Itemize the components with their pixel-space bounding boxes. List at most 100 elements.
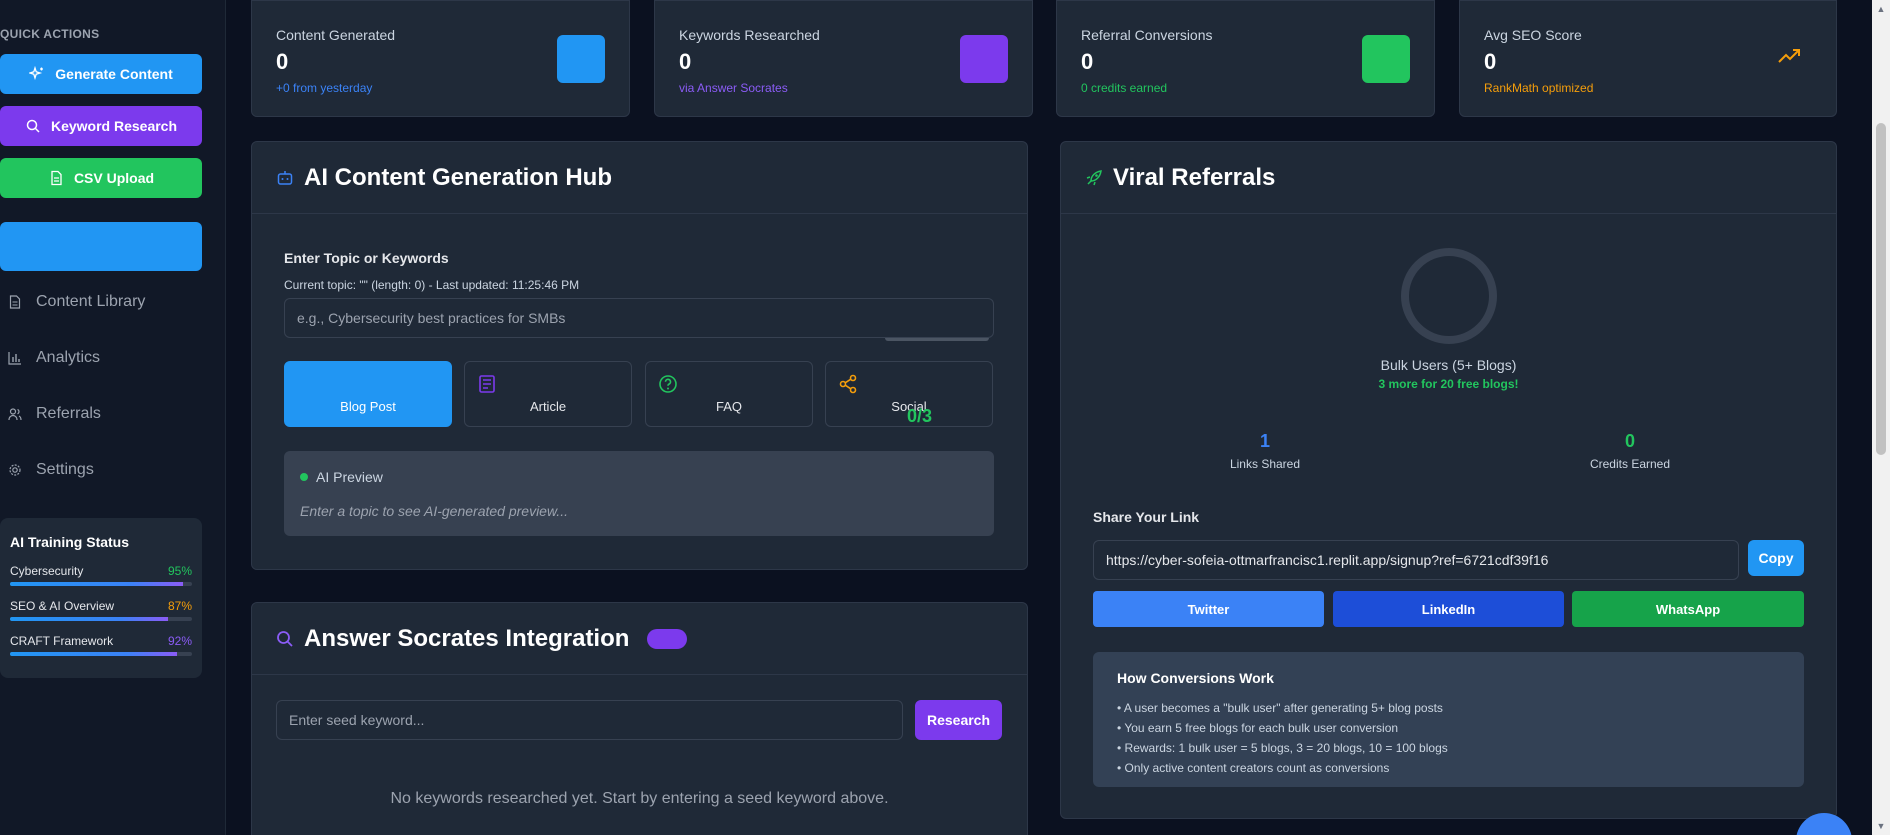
- generate-content-button[interactable]: Generate Content: [0, 54, 202, 94]
- referrals-header: Viral Referrals: [1061, 142, 1836, 214]
- current-topic-hint: Current topic: "" (length: 0) - Last upd…: [284, 278, 580, 292]
- status-pill: [647, 628, 688, 649]
- page-scrollbar[interactable]: ▲ ▼: [1872, 0, 1890, 835]
- seed-keyword-input[interactable]: Enter seed keyword...: [276, 700, 903, 740]
- training-item-value: 87%: [167, 599, 192, 613]
- training-progress-bar: [10, 652, 192, 656]
- twitter-share-button[interactable]: Twitter: [1093, 591, 1324, 627]
- users-icon: [8, 407, 22, 421]
- training-item-label: SEO & AI Overview: [10, 599, 115, 613]
- links-shared-value: 1: [1259, 431, 1270, 451]
- search-icon: [277, 630, 293, 647]
- referrals-title: Viral Referrals: [1113, 163, 1276, 191]
- social-counter: 0/3: [907, 406, 933, 426]
- nav-analytics-label: Analytics: [36, 349, 101, 366]
- referral-link-text: https://cyber-sofeia-ottmarfrancisc1.rep…: [1106, 552, 1549, 568]
- stat-value: 0: [1484, 49, 1497, 74]
- training-item: Cybersecurity 95%: [10, 564, 192, 586]
- training-item-value: 92%: [167, 634, 192, 648]
- credits-earned-value: 0: [1624, 431, 1635, 451]
- training-progress-fill: [10, 582, 183, 586]
- keyword-research-label: Keyword Research: [50, 118, 178, 134]
- stat-label: Content Generated: [276, 27, 396, 43]
- keyword-research-button[interactable]: Keyword Research: [0, 106, 202, 146]
- newspaper-icon: [479, 375, 495, 393]
- type-label: Blog Post: [340, 399, 396, 414]
- referral-link-field[interactable]: https://cyber-sofeia-ottmarfrancisc1.rep…: [1093, 540, 1739, 580]
- training-item-value: 95%: [167, 564, 192, 578]
- preview-text: Enter a topic to see AI-generated previe…: [300, 503, 568, 519]
- how-conversions-work-box: How Conversions Work • A user becomes a …: [1093, 652, 1804, 787]
- type-blog-post[interactable]: Blog Post: [284, 361, 452, 427]
- status-dot: [300, 473, 308, 481]
- nav-content-library-label: Content Library: [36, 293, 146, 310]
- credits-earned-label: Credits Earned: [1589, 457, 1671, 471]
- training-item: SEO & AI Overview 87%: [10, 599, 192, 621]
- stat-sub: RankMath optimized: [1484, 81, 1594, 95]
- rocket-icon: [1086, 169, 1102, 185]
- sparkles-icon: [29, 66, 45, 82]
- csv-upload-button[interactable]: CSV Upload: [0, 158, 202, 198]
- training-progress-bar: [10, 617, 192, 621]
- stat-value: 0: [679, 49, 692, 74]
- stat-label: Keywords Researched: [679, 27, 820, 43]
- training-item-label: CRAFT Framework: [10, 634, 114, 648]
- robot-icon: [277, 170, 293, 185]
- nav-referrals-label: Referrals: [36, 405, 101, 422]
- share-link-label: Share Your Link: [1093, 509, 1200, 525]
- app-root: QUICK ACTIONS Generate Content Keyword R…: [0, 0, 1890, 835]
- training-item: CRAFT Framework 92%: [10, 634, 192, 656]
- how-title: How Conversions Work: [1117, 670, 1274, 686]
- research-button[interactable]: Research: [915, 700, 1002, 740]
- nav-referrals[interactable]: Referrals: [8, 399, 101, 429]
- file-icon: [48, 170, 64, 186]
- scroll-thumb[interactable]: [1876, 123, 1886, 455]
- whatsapp-share-button[interactable]: WhatsApp: [1572, 591, 1804, 627]
- nav-settings[interactable]: Settings: [8, 455, 94, 485]
- type-article[interactable]: Article: [464, 361, 632, 427]
- stat-accent-square: [1362, 35, 1410, 83]
- socrates-header: Answer Socrates Integration: [252, 603, 1027, 675]
- generate-content-label: Generate Content: [55, 66, 173, 82]
- stat-value: 0: [276, 49, 289, 74]
- stat-label: Referral Conversions: [1081, 27, 1213, 43]
- how-list-item: • You earn 5 free blogs for each bulk us…: [1117, 721, 1399, 735]
- stat-sub: +0 from yesterday: [276, 81, 373, 95]
- scroll-up-arrow[interactable]: ▲: [1876, 4, 1886, 14]
- scroll-down-arrow[interactable]: ▼: [1876, 821, 1886, 831]
- stat-accent-square: [557, 35, 605, 83]
- ring-sub: 3 more for 20 free blogs!: [1378, 377, 1519, 391]
- nav-analytics[interactable]: Analytics: [8, 343, 100, 373]
- stat-card-content-generated: Content Generated 0 +0 from yesterday: [251, 0, 630, 117]
- topic-input[interactable]: e.g., Cybersecurity best practices for S…: [284, 298, 994, 338]
- csv-upload-label: CSV Upload: [73, 170, 155, 186]
- blank-action-button[interactable]: [0, 222, 202, 271]
- search-icon: [25, 118, 41, 134]
- stat-label: Avg SEO Score: [1484, 27, 1582, 43]
- type-faq[interactable]: FAQ: [645, 361, 813, 427]
- hub-header: AI Content Generation Hub: [252, 142, 1027, 214]
- nav-settings-label: Settings: [36, 461, 94, 478]
- ai-training-status-card: AI Training Status Cybersecurity 95% SEO…: [0, 518, 202, 678]
- type-label: FAQ: [715, 399, 742, 414]
- copy-button[interactable]: Copy: [1748, 540, 1804, 576]
- training-progress-bar: [10, 582, 192, 586]
- training-progress-fill: [10, 617, 169, 621]
- stat-card-avg-seo-score: Avg SEO Score 0 RankMath optimized: [1459, 0, 1837, 117]
- input-underline: [885, 338, 989, 341]
- how-list-item: • Only active content creators count as …: [1117, 761, 1390, 775]
- nav-content-library[interactable]: Content Library: [8, 287, 145, 317]
- training-item-label: Cybersecurity: [10, 564, 84, 578]
- how-list-item: • A user becomes a "bulk user" after gen…: [1117, 701, 1443, 715]
- stat-accent-square: [960, 35, 1008, 83]
- linkedin-share-button[interactable]: LinkedIn: [1333, 591, 1564, 627]
- topic-field-label: Enter Topic or Keywords: [284, 250, 449, 266]
- training-title: AI Training Status: [10, 534, 130, 550]
- stat-sub: 0 credits earned: [1081, 81, 1168, 95]
- links-shared-label: Links Shared: [1229, 457, 1301, 471]
- stat-card-referral-conversions: Referral Conversions 0 0 credits earned: [1056, 0, 1435, 117]
- socrates-title: Answer Socrates Integration: [304, 624, 630, 652]
- document-icon: [8, 295, 22, 309]
- share-icon: [839, 374, 857, 394]
- preview-title: AI Preview: [316, 469, 383, 485]
